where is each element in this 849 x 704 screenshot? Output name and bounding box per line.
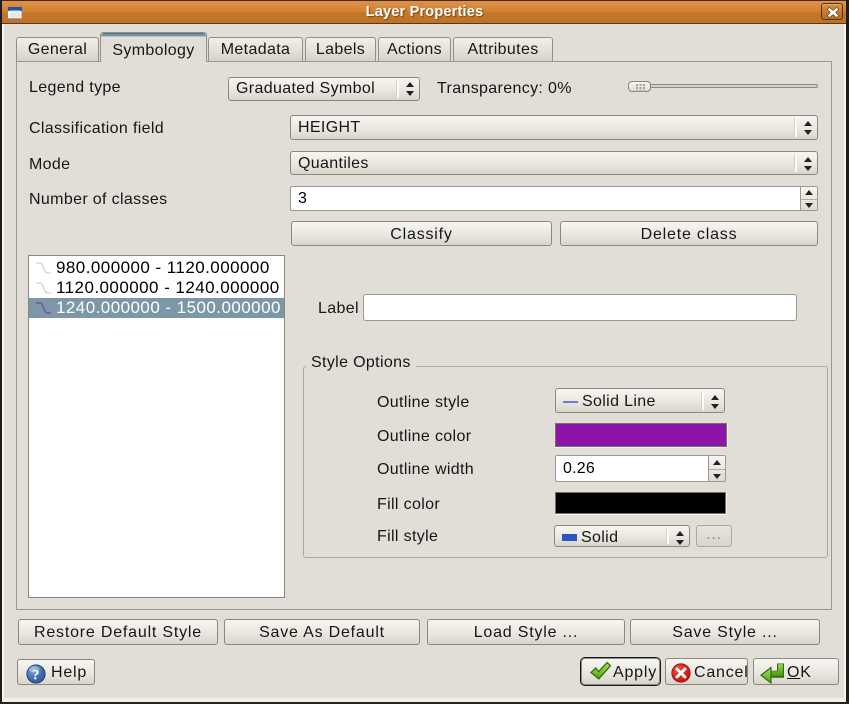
svg-text:?: ? <box>32 667 40 683</box>
